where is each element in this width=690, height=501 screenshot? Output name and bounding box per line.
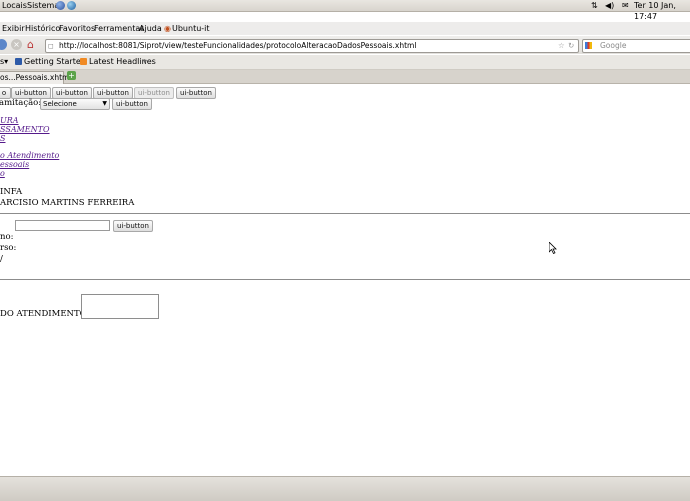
google-icon[interactable] (585, 42, 592, 49)
getting-started-icon (15, 58, 22, 65)
menu-help[interactable]: Ajuda (139, 22, 162, 35)
navigation-toolbar: × ⌂ ◻ http://localhost:8081/Siprot/view/… (0, 36, 690, 54)
tramitacao-label: amitação: (0, 98, 42, 108)
divider-top (0, 213, 690, 214)
stop-icon[interactable]: × (11, 39, 22, 50)
link-dados-pessoais[interactable]: essoais (0, 160, 29, 169)
link-3[interactable]: S (0, 134, 5, 143)
menu-view[interactable]: Exibir (2, 22, 25, 35)
atendimento-textarea[interactable] (81, 294, 159, 319)
home-icon[interactable]: ⌂ (27, 38, 34, 51)
menu-history[interactable]: Histórico (25, 22, 60, 35)
menu-tools[interactable]: Ferramentas (94, 22, 144, 35)
field-label-1: no: (0, 232, 14, 242)
system-menu[interactable]: Sistema (27, 0, 59, 11)
link-atendimento[interactable]: o Atendimento (0, 151, 59, 160)
forward-icon[interactable] (0, 39, 7, 50)
search-placeholder: Google (600, 41, 627, 50)
active-tab[interactable]: os...Pessoais.xhtml (0, 71, 71, 84)
link-2[interactable]: SSAMENTO (0, 125, 50, 134)
info-line-1: INFA (0, 187, 23, 197)
tab-strip: os...Pessoais.xhtml + (0, 70, 690, 84)
status-bar (0, 476, 690, 501)
field-label-3: / (0, 254, 3, 264)
reload-icon[interactable]: ↻ (568, 40, 574, 52)
mail-icon[interactable]: ✉ (622, 0, 629, 11)
network-icon[interactable]: ⇅ (591, 0, 598, 11)
menu-bookmarks[interactable]: Favoritos (59, 22, 95, 35)
search-bar[interactable]: Google (582, 39, 690, 53)
browser-menu-bar: Exibir Histórico Favoritos Ferramentas A… (0, 22, 690, 35)
bookmark-star-icon[interactable]: ☆ (558, 40, 565, 52)
rss-icon (80, 58, 87, 65)
bookmark-getting-started[interactable]: Getting Started (24, 55, 86, 69)
bookmarks-toolbar: s▾ Getting Started Latest Headlines ▾ (0, 55, 690, 70)
tab-title: os...Pessoais.xhtml (0, 73, 72, 82)
tramitacao-select[interactable]: Selecione ▼ (40, 98, 110, 110)
new-tab-icon[interactable]: + (67, 71, 76, 80)
url-text[interactable]: http://localhost:8081/Siprot/view/testeF… (59, 40, 416, 52)
info-line-name: ARCISIO MARTINS FERREIRA (0, 198, 135, 208)
bookmarks-overflow-icon[interactable]: s▾ (0, 55, 8, 69)
globe-icon[interactable] (56, 1, 65, 10)
volume-icon[interactable]: ◀) (605, 0, 614, 11)
chevron-down-icon[interactable]: ▾ (143, 55, 147, 69)
ui-button-5[interactable]: ui-button (176, 87, 216, 99)
browser-launcher-icon[interactable] (67, 1, 76, 10)
url-bar[interactable]: ◻ http://localhost:8081/Siprot/view/test… (45, 39, 579, 53)
link-1[interactable]: URA (0, 116, 19, 125)
tramitacao-select-value: Selecione (43, 100, 77, 108)
menu-ubuntu-it[interactable]: Ubuntu-it (172, 22, 210, 35)
system-top-panel: Locais Sistema ⇅ ◀) ✉ Ter 10 Jan, 17:47 (0, 0, 690, 21)
search-input[interactable] (15, 220, 110, 231)
field-label-2: rso: (0, 243, 17, 253)
page-content: o ui-button ui-button ui-button ui-butto… (0, 84, 690, 475)
ubuntu-icon: ◉ (164, 24, 171, 33)
atendimento-label: DO ATENDIMENTO: (0, 309, 90, 319)
clock[interactable]: Ter 10 Jan, 17:47 (634, 0, 690, 22)
link-6[interactable]: o (0, 169, 5, 178)
mouse-cursor-icon (549, 242, 557, 254)
site-identity-icon[interactable]: ◻ (48, 40, 54, 52)
search-button[interactable]: ui-button (113, 220, 153, 232)
tramitacao-button[interactable]: ui-button (112, 98, 152, 110)
chevron-down-icon: ▼ (102, 100, 107, 107)
places-menu[interactable]: Locais (2, 0, 27, 11)
divider-bottom (0, 279, 690, 280)
